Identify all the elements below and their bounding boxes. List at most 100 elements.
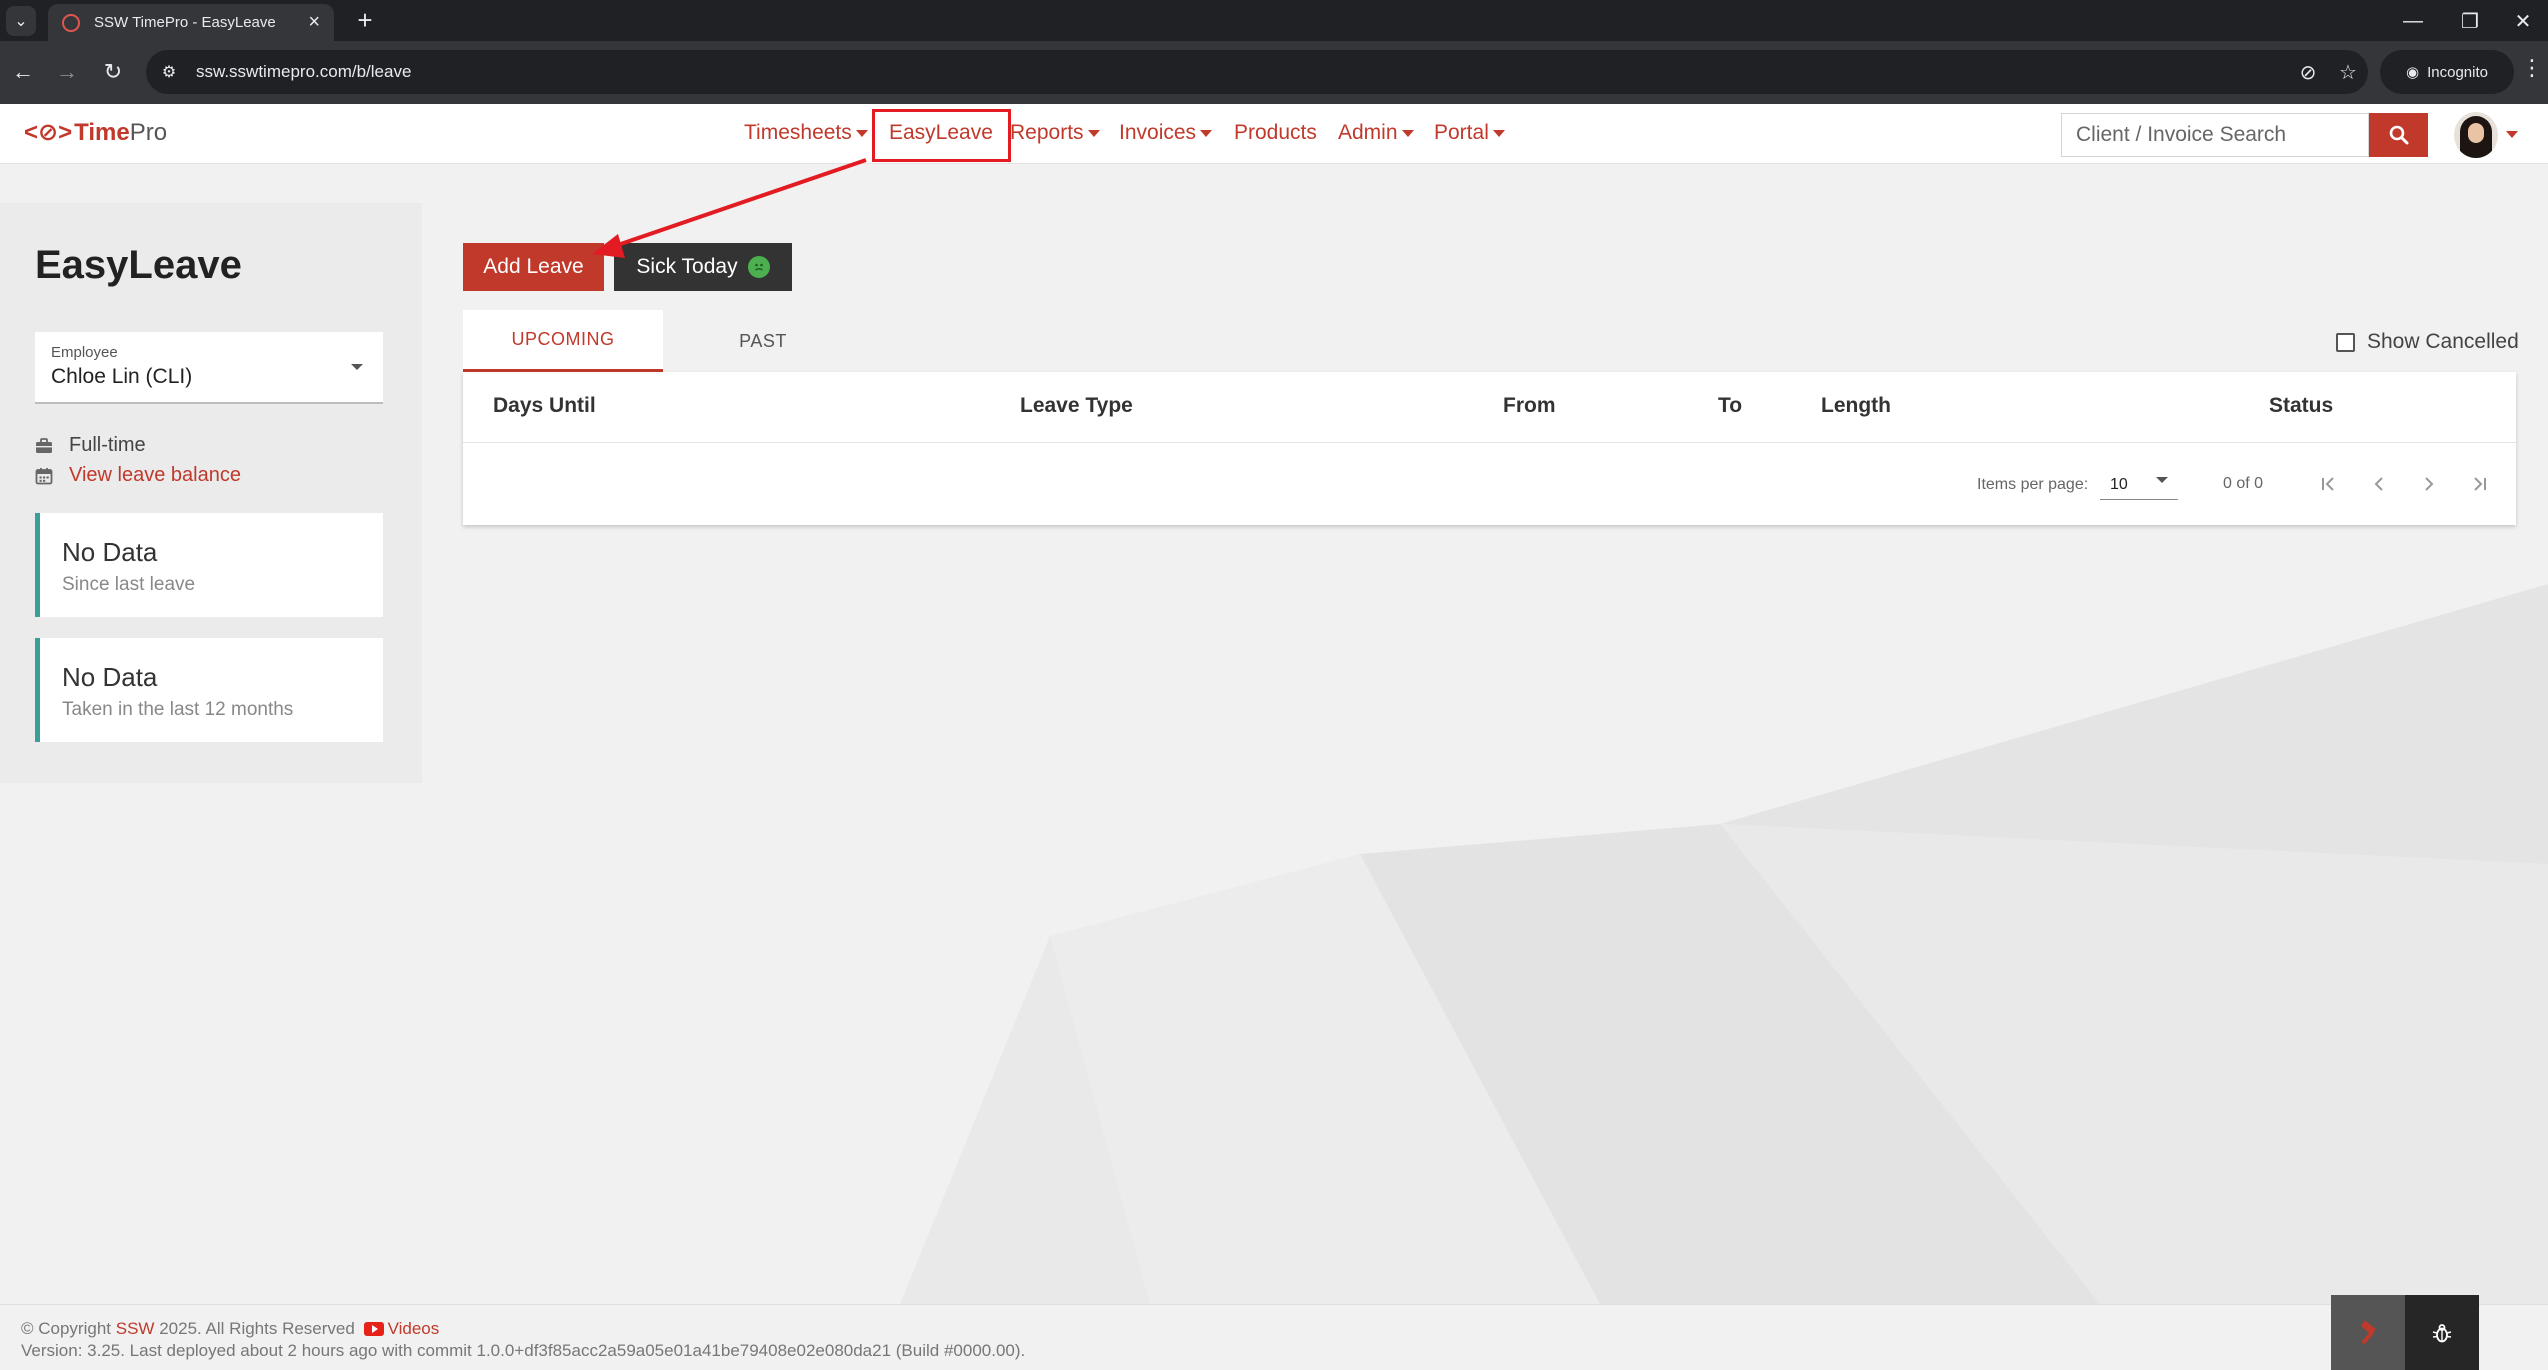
url-text[interactable]: ssw.sswtimepro.com/b/leave	[196, 62, 2288, 82]
sick-today-button[interactable]: Sick Today	[614, 243, 792, 291]
caret-down-icon	[855, 129, 868, 137]
app-navbar: <⊘> Time Pro Timesheets EasyLeave Report…	[0, 104, 2548, 164]
dev-tools-button[interactable]	[2331, 1295, 2405, 1370]
footer-copyright: © Copyright SSW 2025. All Rights Reserve…	[21, 1319, 439, 1339]
eye-off-icon[interactable]: ⊘	[2288, 60, 2328, 85]
sick-today-label: Sick Today	[636, 255, 738, 278]
nav-reports-label: Reports	[1010, 121, 1084, 144]
restore-button[interactable]: ❐	[2450, 6, 2490, 36]
leave-table: Days Until Leave Type From To Length Sta…	[463, 372, 2516, 525]
column-header[interactable]: To	[1718, 394, 1742, 418]
nav-products-label: Products	[1234, 121, 1317, 144]
calendar-icon	[35, 467, 53, 484]
tab-search-button[interactable]: ⌄	[6, 6, 36, 36]
minimize-button[interactable]: —	[2393, 6, 2433, 36]
column-header[interactable]: Leave Type	[1020, 394, 1133, 418]
nav-portal[interactable]: Portal	[1434, 121, 1505, 145]
address-bar[interactable]: ⚙ ssw.sswtimepro.com/b/leave ⊘ ☆	[146, 50, 2368, 94]
table-divider	[463, 442, 2516, 443]
page-size-select[interactable]: 10	[2100, 468, 2178, 500]
nav-admin-label: Admin	[1338, 121, 1398, 144]
annotation-highlight-box	[872, 109, 1011, 162]
browser-tab-active[interactable]: SSW TimePro - EasyLeave ×	[48, 4, 334, 41]
column-header[interactable]: Days Until	[493, 394, 596, 418]
chevron-down-icon	[2156, 477, 2168, 483]
paginator-range: 0 of 0	[2223, 475, 2264, 492]
avatar-face	[2468, 123, 2484, 143]
nav-portal-label: Portal	[1434, 121, 1489, 144]
reload-icon: ↻	[103, 59, 123, 84]
nav-invoices-label: Invoices	[1119, 121, 1197, 144]
caret-down-icon	[1200, 129, 1213, 137]
nav-timesheets[interactable]: Timesheets	[744, 121, 868, 145]
forward-button[interactable]: →	[50, 55, 84, 89]
client-invoice-search[interactable]	[2061, 113, 2369, 157]
logo-pro: Pro	[129, 118, 168, 146]
kebab-icon[interactable]: ⋮	[2520, 55, 2544, 81]
tab-past[interactable]: PAST	[663, 310, 863, 372]
window-close-button[interactable]: ✕	[2503, 6, 2543, 36]
items-per-page-label: Items per page:	[1977, 476, 2089, 493]
last-page-icon	[2474, 477, 2486, 491]
employee-label: Employee	[51, 344, 118, 361]
view-leave-balance-link[interactable]: View leave balance	[69, 464, 241, 487]
user-avatar[interactable]	[2454, 112, 2498, 158]
footer-divider	[0, 1304, 2548, 1305]
close-icon[interactable]: ×	[308, 11, 320, 34]
employee-select[interactable]: Employee Chloe Lin (CLI)	[35, 332, 383, 404]
nav-invoices[interactable]: Invoices	[1119, 121, 1213, 145]
back-icon: ←	[12, 59, 34, 84]
reload-button[interactable]: ↻	[96, 55, 130, 89]
ssw-link[interactable]: SSW	[116, 1319, 155, 1338]
briefcase-icon	[36, 437, 52, 453]
hammer-icon	[2361, 1320, 2376, 1344]
browser-toolbar: ← → ↻ ⚙ ssw.sswtimepro.com/b/leave ⊘ ☆ ◉…	[0, 41, 2548, 104]
site-settings-icon[interactable]: ⚙	[152, 55, 186, 89]
nav-products[interactable]: Products	[1234, 121, 1317, 145]
plus-icon: +	[357, 4, 373, 35]
tab-title: SSW TimePro - EasyLeave	[94, 14, 276, 31]
user-menu-caret-icon[interactable]	[2506, 131, 2518, 138]
next-page-button[interactable]	[2409, 464, 2449, 504]
forward-icon: →	[56, 59, 78, 84]
search-button[interactable]	[2369, 113, 2428, 157]
nav-timesheets-label: Timesheets	[744, 121, 852, 144]
employment-type: Full-time	[35, 434, 146, 457]
last-page-button[interactable]	[2459, 464, 2499, 504]
previous-page-button[interactable]	[2359, 464, 2399, 504]
search-input[interactable]	[2076, 123, 2368, 147]
youtube-icon	[363, 1321, 384, 1336]
tab-upcoming[interactable]: UPCOMING	[463, 310, 663, 372]
copyright-prefix: © Copyright	[21, 1319, 112, 1338]
nav-reports[interactable]: Reports	[1010, 121, 1100, 145]
star-icon[interactable]: ☆	[2328, 60, 2368, 85]
stat-card-subtitle: Taken in the last 12 months	[62, 699, 294, 720]
show-cancelled-checkbox[interactable]: Show Cancelled	[2336, 330, 2519, 354]
caret-down-icon	[1087, 129, 1100, 137]
column-header[interactable]: Length	[1821, 394, 1891, 418]
add-leave-button[interactable]: Add Leave	[463, 243, 604, 291]
videos-link[interactable]: Videos	[388, 1319, 440, 1338]
column-header[interactable]: From	[1503, 394, 1556, 418]
leave-balance-row: View leave balance	[35, 464, 241, 487]
show-cancelled-label: Show Cancelled	[2367, 330, 2519, 353]
first-page-button[interactable]	[2309, 464, 2349, 504]
bug-icon	[2432, 1323, 2452, 1342]
incognito-indicator[interactable]: ◉ Incognito	[2380, 50, 2514, 94]
footer-version: Version: 3.25. Last deployed about 2 hou…	[21, 1341, 1026, 1360]
report-bug-button[interactable]	[2405, 1295, 2479, 1370]
stat-card-title: No Data	[62, 537, 158, 567]
left-panel: EasyLeave Employee Chloe Lin (CLI) Full-…	[0, 203, 422, 783]
page-size-value: 10	[2110, 476, 2128, 493]
chevron-down-icon	[351, 364, 363, 370]
back-button[interactable]: ←	[6, 55, 40, 89]
checkbox-box[interactable]	[2336, 332, 2355, 352]
first-page-icon	[2322, 477, 2334, 491]
new-tab-button[interactable]: +	[350, 5, 380, 35]
page-title: EasyLeave	[35, 243, 242, 287]
logo-time: Time	[74, 118, 130, 146]
logo-mark: <⊘>	[24, 119, 73, 146]
timepro-logo[interactable]: <⊘> Time Pro	[24, 118, 167, 147]
column-header[interactable]: Status	[2269, 394, 2333, 418]
nav-admin[interactable]: Admin	[1338, 121, 1414, 145]
